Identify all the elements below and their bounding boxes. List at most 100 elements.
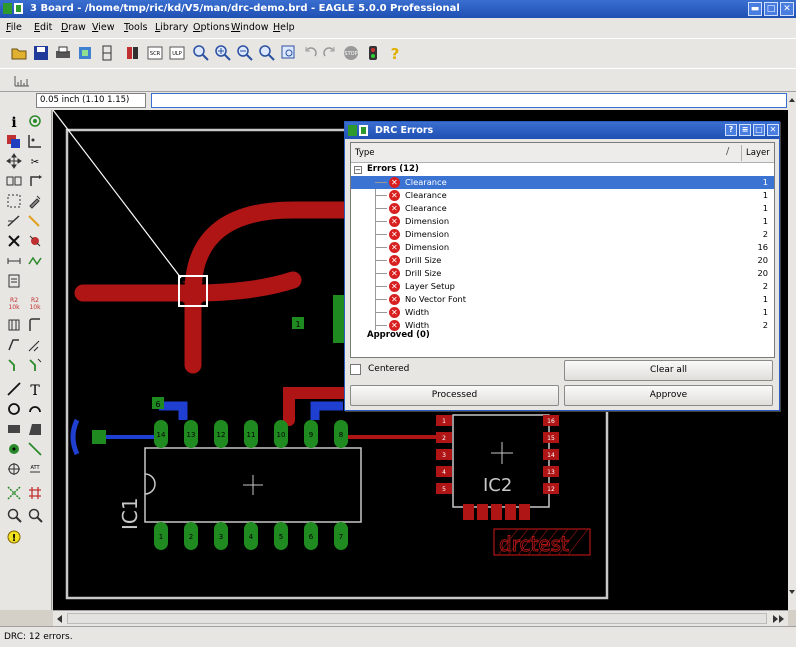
close-button[interactable]: ✕ <box>767 124 779 136</box>
menu-edit[interactable]: Edit <box>34 22 52 33</box>
drc-error-row[interactable]: Clearance 1 <box>351 176 774 189</box>
via-icon[interactable] <box>5 440 23 458</box>
split-icon[interactable]: R210k <box>26 294 44 312</box>
menu-draw[interactable]: Draw <box>61 22 86 33</box>
approved-group[interactable]: Approved (0) <box>367 330 430 340</box>
use-library-icon[interactable] <box>124 44 142 62</box>
show-icon[interactable] <box>26 112 44 130</box>
menu-tools[interactable]: Tools <box>124 22 147 33</box>
zoom-fit-icon[interactable] <box>192 44 210 62</box>
drc-error-row[interactable]: Drill Size 20 <box>351 267 774 280</box>
move-icon[interactable] <box>5 152 23 170</box>
add-icon[interactable] <box>26 232 44 250</box>
hole-icon[interactable] <box>5 460 23 478</box>
display-layers-icon[interactable] <box>5 132 23 150</box>
rotate-icon[interactable] <box>26 172 44 190</box>
close-button[interactable]: ✕ <box>780 2 794 16</box>
mark-icon[interactable] <box>26 132 44 150</box>
menu-file[interactable]: File <box>6 22 22 33</box>
minimize-button[interactable]: ▬ <box>748 2 762 16</box>
rect-icon[interactable] <box>5 420 23 438</box>
drc-error-row[interactable]: Dimension 1 <box>351 215 774 228</box>
drc-error-row[interactable]: Dimension 16 <box>351 241 774 254</box>
drc-error-list[interactable]: Type / Layer − Errors (12) Clearance1Cle… <box>350 142 775 358</box>
go-icon[interactable] <box>364 44 382 62</box>
centered-checkbox[interactable] <box>350 364 361 375</box>
drc-error-row[interactable]: Layer Setup 2 <box>351 280 774 293</box>
drc-error-row[interactable]: Dimension 2 <box>351 228 774 241</box>
delete-x-icon[interactable] <box>5 232 23 250</box>
zoom-select-icon[interactable] <box>280 44 298 62</box>
group-icon[interactable] <box>5 192 23 210</box>
route-top-icon[interactable] <box>26 356 44 374</box>
optimize-icon[interactable] <box>5 316 23 334</box>
scroll-right-arrow-icon[interactable] <box>771 614 785 624</box>
horizontal-scroll-thumb[interactable] <box>67 613 767 624</box>
errors-icon[interactable]: ! <box>5 528 23 546</box>
copy-icon[interactable]: ✂ <box>26 152 44 170</box>
wire-bend-icon[interactable] <box>5 336 23 354</box>
zoom-in-icon[interactable] <box>214 44 232 62</box>
arc-icon[interactable] <box>26 400 44 418</box>
column-type[interactable]: Type <box>355 148 375 158</box>
drc-dialog-title-bar[interactable]: DRC Errors ? ≡ □ ✕ <box>345 122 779 139</box>
undo-icon[interactable] <box>302 44 320 62</box>
menu-help[interactable]: Help <box>273 22 295 33</box>
board-schematic-switch-icon[interactable] <box>98 44 116 62</box>
shade-button[interactable]: ≡ <box>739 124 751 136</box>
route-bottom-icon[interactable] <box>5 356 23 374</box>
stop-icon[interactable]: STOP <box>342 44 360 62</box>
drc-error-row[interactable]: No Vector Font 1 <box>351 293 774 306</box>
drc-error-row[interactable]: Drill Size 20 <box>351 254 774 267</box>
menu-view[interactable]: View <box>92 22 115 33</box>
zoom-out-icon[interactable] <box>236 44 254 62</box>
drc-error-row[interactable]: Width 1 <box>351 306 774 319</box>
save-icon[interactable] <box>32 44 50 62</box>
text-icon[interactable]: T <box>26 380 44 398</box>
open-icon[interactable] <box>10 44 28 62</box>
approve-button[interactable]: Approve <box>564 385 773 406</box>
grid-icon[interactable] <box>14 74 30 88</box>
ratsnest-icon[interactable] <box>5 484 23 502</box>
value-icon[interactable] <box>26 252 44 270</box>
help-icon[interactable]: ? <box>386 44 404 62</box>
attribute-icon[interactable]: ATT <box>26 460 44 478</box>
help-button[interactable]: ? <box>725 124 737 136</box>
command-line-input[interactable] <box>151 93 787 108</box>
redo-icon[interactable] <box>320 44 338 62</box>
ripup-icon[interactable] <box>26 336 44 354</box>
drc-error-row[interactable]: Clearance 1 <box>351 189 774 202</box>
print-icon[interactable] <box>54 44 72 62</box>
maximize-button[interactable]: □ <box>753 124 765 136</box>
cam-processor-icon[interactable] <box>76 44 94 62</box>
circle-icon[interactable] <box>5 400 23 418</box>
menu-options[interactable]: Options <box>193 22 230 33</box>
scroll-up-arrow-icon[interactable] <box>788 96 796 104</box>
maximize-button[interactable]: □ <box>764 2 778 16</box>
paste-icon[interactable] <box>5 212 23 230</box>
drc-check-icon[interactable] <box>26 506 44 524</box>
drc-error-row[interactable]: Clearance 1 <box>351 202 774 215</box>
execute-script-icon[interactable]: SCR <box>146 44 164 62</box>
processed-button[interactable]: Processed <box>350 385 559 406</box>
column-layer[interactable]: Layer <box>746 148 770 158</box>
menu-window[interactable]: Window <box>231 22 268 33</box>
clear-all-button[interactable]: Clear all <box>564 360 773 381</box>
polygon-icon[interactable] <box>26 420 44 438</box>
auto-router-icon[interactable] <box>26 484 44 502</box>
vertical-scrollbar[interactable] <box>788 92 796 610</box>
scroll-left-arrow-icon[interactable] <box>55 614 65 624</box>
name-icon[interactable] <box>5 252 23 270</box>
run-ulp-icon[interactable]: ULP <box>168 44 186 62</box>
change-icon[interactable] <box>26 192 44 210</box>
line-icon[interactable] <box>5 380 23 398</box>
errors-group[interactable]: Errors (12) <box>367 164 419 174</box>
menu-library[interactable]: Library <box>155 22 188 33</box>
miter-icon[interactable]: R210k <box>5 294 23 312</box>
smash-icon[interactable] <box>5 272 23 290</box>
redraw-icon[interactable] <box>258 44 276 62</box>
erc-icon[interactable] <box>5 506 23 524</box>
info-icon[interactable]: i <box>5 112 23 130</box>
route-icon[interactable] <box>26 316 44 334</box>
signal-icon[interactable] <box>26 440 44 458</box>
